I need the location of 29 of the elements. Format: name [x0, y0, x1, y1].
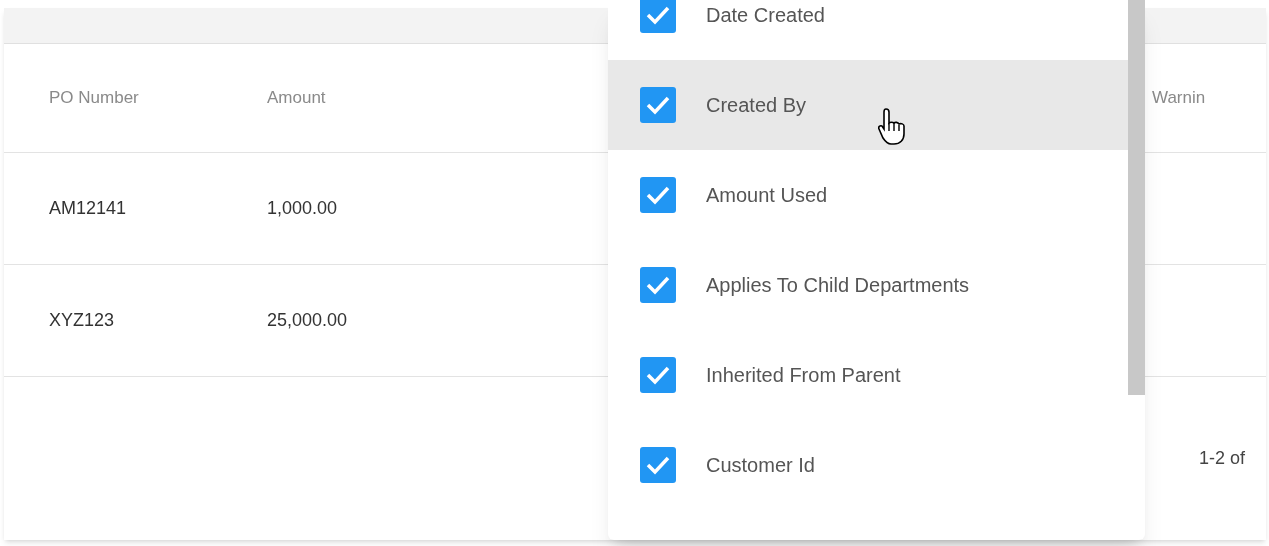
pagination-text: 1-2 of — [1199, 447, 1247, 470]
table-cell: AM12141 — [49, 198, 127, 218]
menu-item-label: Amount Used — [706, 183, 828, 208]
table-cell: XYZ123 — [49, 310, 115, 330]
menu-item-label: Created By — [706, 93, 807, 118]
check-icon — [645, 365, 671, 385]
checkbox[interactable] — [640, 0, 676, 33]
checkbox[interactable] — [640, 87, 676, 123]
table-cell: 25,000.00 — [267, 310, 348, 330]
check-icon — [645, 275, 671, 295]
menu-item[interactable]: Date Created — [608, 0, 1128, 60]
menu-item-label: Applies To Child Departments — [706, 273, 970, 298]
check-icon — [645, 455, 671, 475]
check-icon — [645, 95, 671, 115]
checkbox[interactable] — [640, 267, 676, 303]
column-header[interactable]: Warnin — [1152, 85, 1206, 111]
menu-item[interactable]: Created By — [608, 60, 1128, 150]
checkbox[interactable] — [640, 447, 676, 483]
scrollbar[interactable] — [1128, 0, 1145, 395]
menu-item-label: Inherited From Parent — [706, 363, 901, 388]
hand-cursor-icon — [878, 107, 906, 147]
column-header[interactable]: PO Number — [4, 85, 267, 111]
table-cell: 1,000.00 — [267, 198, 338, 218]
check-icon — [645, 185, 671, 205]
menu-item-label: Customer Id — [706, 453, 815, 478]
checkbox[interactable] — [640, 177, 676, 213]
check-icon — [645, 5, 671, 25]
menu-item-label: Date Created — [706, 3, 825, 28]
checkbox[interactable] — [640, 357, 676, 393]
